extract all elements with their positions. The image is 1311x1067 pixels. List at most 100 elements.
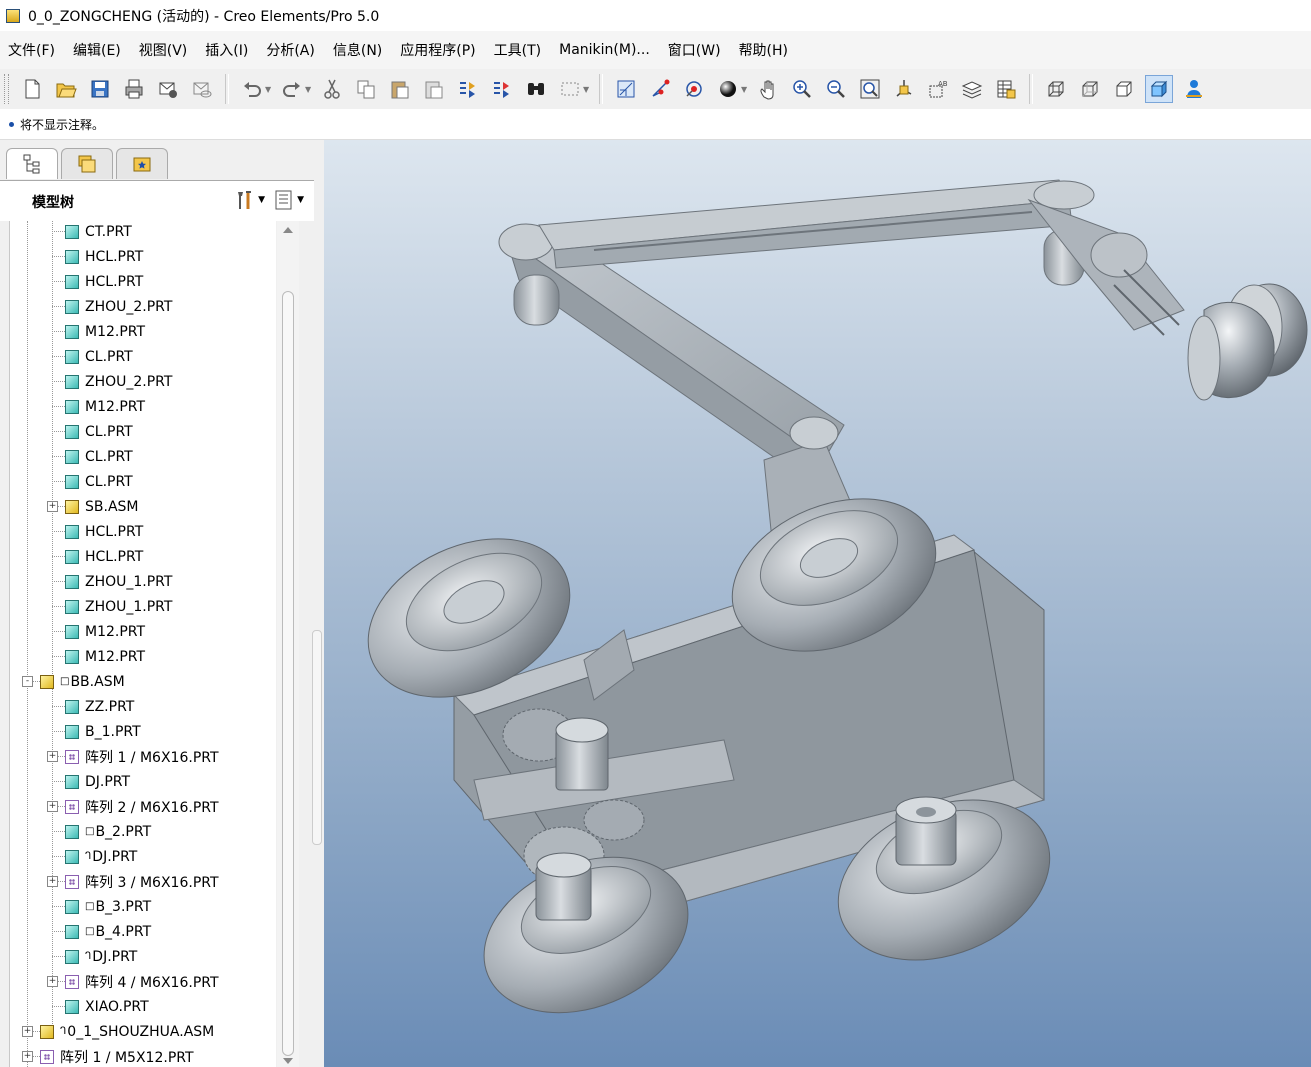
menu-insert[interactable]: 插入(I) <box>196 40 257 60</box>
tree-node[interactable]: + SB.ASM <box>47 494 138 519</box>
tree-node[interactable]: CL.PRT <box>65 469 133 494</box>
scrollbar-thumb[interactable] <box>282 291 294 1056</box>
zoom-out-icon[interactable] <box>823 76 849 102</box>
tree-node[interactable]: - □ BB.ASM <box>22 669 125 694</box>
tree-node[interactable]: + 阵列 3 / M6X16.PRT <box>47 869 219 894</box>
no-hidden-icon[interactable] <box>1111 76 1137 102</box>
tree-node[interactable]: CL.PRT <box>65 419 133 444</box>
paste-special-icon[interactable] <box>421 76 447 102</box>
tree-node[interactable]: □ B_2.PRT <box>65 819 151 844</box>
copy-icon[interactable] <box>353 76 379 102</box>
toolbar-grip[interactable] <box>4 74 9 104</box>
refit-icon[interactable] <box>857 76 883 102</box>
tree-node[interactable]: + 阵列 2 / M6X16.PRT <box>47 794 219 819</box>
expand-icon[interactable]: + <box>22 1026 33 1037</box>
annotation-icon[interactable]: AB <box>925 76 951 102</box>
select-dropdown-icon[interactable]: ▼ <box>583 85 591 94</box>
expand-icon[interactable]: + <box>47 876 58 887</box>
tree-node[interactable]: M12.PRT <box>65 644 145 669</box>
assembly-model-view[interactable] <box>324 140 1311 1067</box>
pan-icon[interactable] <box>755 76 781 102</box>
tree-node[interactable]: ᒉ DJ.PRT <box>65 944 137 969</box>
menu-window[interactable]: 窗口(W) <box>659 40 730 60</box>
email-icon[interactable] <box>155 76 181 102</box>
tree-node[interactable]: + 阵列 4 / M6X16.PRT <box>47 969 219 994</box>
tab-favorites[interactable] <box>116 148 168 179</box>
tree-node[interactable]: ZZ.PRT <box>65 694 134 719</box>
open-icon[interactable] <box>53 76 79 102</box>
scroll-up-arrow-icon[interactable] <box>283 227 293 233</box>
reorient-icon[interactable] <box>891 76 917 102</box>
wireframe-icon[interactable] <box>1043 76 1069 102</box>
tree-node[interactable]: HCL.PRT <box>65 544 143 569</box>
undo-icon[interactable] <box>239 76 265 102</box>
tree-node[interactable]: + ᒉ 0_1_SHOUZHUA.ASM <box>22 1019 214 1044</box>
graphics-window[interactable] <box>324 140 1311 1067</box>
tree-node[interactable]: ZHOU_2.PRT <box>65 294 172 319</box>
tree-node[interactable]: + 阵列 1 / M5X12.PRT <box>22 1044 194 1067</box>
tree-node[interactable]: ZHOU_2.PRT <box>65 369 172 394</box>
find-icon[interactable] <box>523 76 549 102</box>
undo-dropdown-icon[interactable]: ▼ <box>265 85 273 94</box>
tree-node[interactable]: + 阵列 1 / M6X16.PRT <box>47 744 219 769</box>
expand-icon[interactable]: + <box>47 976 58 987</box>
menu-view[interactable]: 视图(V) <box>130 40 197 60</box>
datum-point-icon[interactable] <box>647 76 673 102</box>
tree-filters-dropdown-icon[interactable]: ▼ <box>297 195 304 205</box>
email-link-icon[interactable] <box>189 76 215 102</box>
expand-icon[interactable]: + <box>47 501 58 512</box>
model-tree[interactable]: CT.PRT HCL.PRT HCL.PRT ZHOU_2.PRT M12.PRT CL.… <box>9 221 276 1067</box>
menu-manikin[interactable]: Manikin(M)... <box>550 42 659 58</box>
shading-dropdown-icon[interactable]: ▼ <box>741 85 749 94</box>
select-box-icon[interactable] <box>557 76 583 102</box>
tree-node[interactable]: HCL.PRT <box>65 244 143 269</box>
menu-edit[interactable]: 编辑(E) <box>64 40 130 60</box>
new-icon[interactable] <box>19 76 45 102</box>
tab-folder-browser[interactable] <box>61 148 113 179</box>
table-icon[interactable] <box>993 76 1019 102</box>
tree-node[interactable]: M12.PRT <box>65 319 145 344</box>
tree-node[interactable]: B_1.PRT <box>65 719 141 744</box>
zoom-in-icon[interactable] <box>789 76 815 102</box>
expand-icon[interactable]: + <box>47 801 58 812</box>
menu-info[interactable]: 信息(N) <box>324 40 391 60</box>
tree-node[interactable]: M12.PRT <box>65 619 145 644</box>
tree-node[interactable]: HCL.PRT <box>65 519 143 544</box>
menu-analysis[interactable]: 分析(A) <box>257 40 324 60</box>
hidden-line-icon[interactable] <box>1077 76 1103 102</box>
save-icon[interactable] <box>87 76 113 102</box>
tree-settings-dropdown-icon[interactable]: ▼ <box>258 195 265 205</box>
scroll-down-arrow-icon[interactable] <box>283 1058 293 1064</box>
tree-filters-icon[interactable] <box>273 189 295 211</box>
sketch-icon[interactable] <box>613 76 639 102</box>
tree-node[interactable]: □ B_4.PRT <box>65 919 151 944</box>
cut-icon[interactable] <box>319 76 345 102</box>
spin-center-icon[interactable] <box>681 76 707 102</box>
panel-sash-handle[interactable] <box>312 630 322 845</box>
tree-node[interactable]: CL.PRT <box>65 344 133 369</box>
tree-node[interactable]: □ B_3.PRT <box>65 894 151 919</box>
menu-tools[interactable]: 工具(T) <box>485 40 550 60</box>
tree-node[interactable]: HCL.PRT <box>65 269 143 294</box>
tree-node[interactable]: XIAO.PRT <box>65 994 149 1019</box>
tree-node[interactable]: ZHOU_1.PRT <box>65 594 172 619</box>
redo-icon[interactable] <box>279 76 305 102</box>
model-tree-scrollbar[interactable] <box>277 221 299 1067</box>
print-icon[interactable] <box>121 76 147 102</box>
tree-node[interactable]: DJ.PRT <box>65 769 130 794</box>
tree-node[interactable]: ᒉ DJ.PRT <box>65 844 137 869</box>
paste-icon[interactable] <box>387 76 413 102</box>
tree-node[interactable]: CL.PRT <box>65 444 133 469</box>
tree-node[interactable]: ZHOU_1.PRT <box>65 569 172 594</box>
regen-manager-icon[interactable] <box>489 76 515 102</box>
layers-icon[interactable] <box>959 76 985 102</box>
tree-node[interactable]: CT.PRT <box>65 221 132 244</box>
expand-icon[interactable]: + <box>47 751 58 762</box>
regenerate-icon[interactable] <box>455 76 481 102</box>
redo-dropdown-icon[interactable]: ▼ <box>305 85 313 94</box>
shading-icon[interactable] <box>715 76 741 102</box>
tree-node[interactable]: M12.PRT <box>65 394 145 419</box>
collapse-icon[interactable]: - <box>22 676 33 687</box>
tab-model-tree[interactable] <box>6 148 58 179</box>
shaded-icon[interactable] <box>1145 75 1173 103</box>
